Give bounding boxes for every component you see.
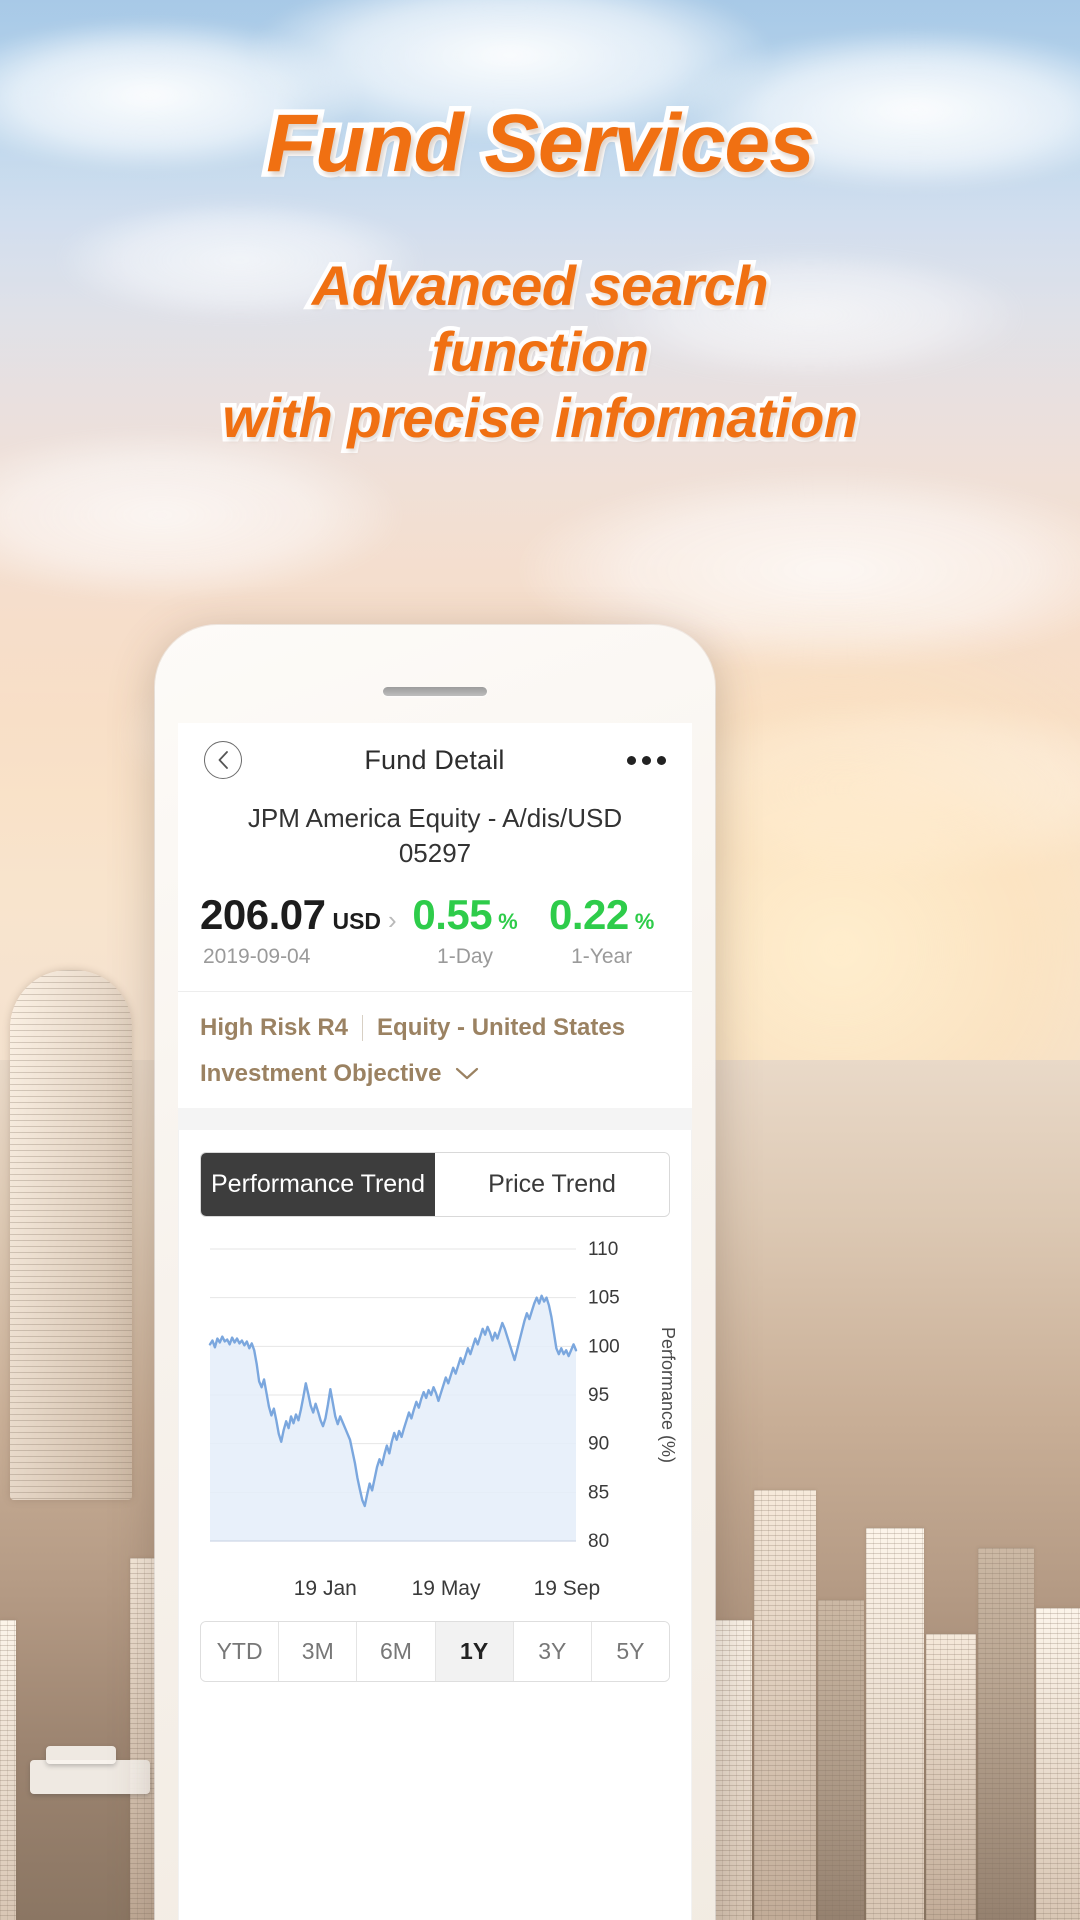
quote-row: 206.07 USD › 2019-09-04 0.55 % 1-Day 0.2… — [178, 871, 692, 992]
tab-price-trend[interactable]: Price Trend — [435, 1153, 669, 1217]
x-tick-label: 19 May — [411, 1577, 481, 1601]
price-date: 2019-09-04 — [203, 945, 311, 969]
chevron-right-icon[interactable]: › — [388, 907, 397, 933]
phone-mockup: Fund Detail JPM America Equity - A/dis/U… — [155, 625, 715, 1920]
change-value: 0.55 — [412, 891, 493, 939]
dot — [642, 755, 651, 765]
divider — [362, 1015, 364, 1042]
x-tick-label: 19 Jan — [293, 1577, 357, 1601]
performance-chart: 80 85 90 95 100 105 110 Performance (%) — [194, 1241, 678, 1571]
trend-tabs: Performance Trend Price Trend — [200, 1152, 670, 1218]
price-block[interactable]: 206.07 USD › 2019-09-04 — [200, 891, 397, 969]
fund-category: Equity - United States — [377, 1014, 626, 1042]
period-button-3m[interactable]: 3M — [279, 1622, 358, 1682]
y-tick-label: 90 — [588, 1434, 609, 1455]
fund-code: 05297 — [398, 838, 472, 869]
navbar-title: Fund Detail — [364, 744, 505, 775]
dot — [657, 755, 666, 765]
price-line: 206.07 USD › — [200, 891, 397, 939]
investment-objective-label: Investment Objective — [200, 1060, 442, 1088]
change-1day: 0.55 % 1-Day — [397, 891, 534, 969]
back-button[interactable] — [204, 741, 242, 779]
period-button-6m[interactable]: 6M — [357, 1622, 436, 1682]
promo-subtitle-line-2: function — [427, 316, 653, 388]
change-label: 1-Day — [437, 945, 494, 969]
y-tick-label: 110 — [588, 1241, 618, 1260]
y-tick-label: 80 — [588, 1531, 609, 1552]
chevron-left-icon — [218, 751, 228, 769]
percent-symbol: % — [634, 909, 655, 935]
app-navbar: Fund Detail — [178, 723, 692, 797]
y-tick-label: 95 — [588, 1385, 609, 1406]
change-1year: 0.22 % 1-Year — [533, 891, 670, 969]
speaker-grille-icon — [383, 687, 487, 696]
y-tick-label: 105 — [588, 1288, 620, 1309]
page-title: Fund Services — [261, 97, 821, 190]
chart-svg: 80 85 90 95 100 105 110 — [208, 1241, 620, 1552]
x-tick-label: 19 Sep — [533, 1577, 601, 1601]
chart-x-axis: 19 Jan 19 May 19 Sep — [194, 1571, 676, 1613]
fund-name: JPM America Equity - A/dis/USD — [247, 803, 623, 833]
risk-row: High Risk R4 Equity - United States — [200, 1014, 670, 1042]
change-label: 1-Year — [571, 945, 633, 969]
period-selector: YTD 3M 6M 1Y 3Y 5Y — [200, 1621, 670, 1683]
risk-badge: High Risk R4 — [200, 1014, 349, 1042]
fund-meta-block: High Risk R4 Equity - United States Inve… — [178, 991, 692, 1109]
price-value: 206.07 — [200, 891, 326, 939]
period-button-3y[interactable]: 3Y — [513, 1622, 592, 1682]
fund-header: JPM America Equity - A/dis/USD 05297 — [178, 797, 692, 872]
period-button-ytd[interactable]: YTD — [201, 1622, 280, 1682]
tab-performance-trend[interactable]: Performance Trend — [201, 1153, 435, 1217]
app-screen: Fund Detail JPM America Equity - A/dis/U… — [178, 723, 692, 1920]
y-tick-label: 85 — [588, 1483, 609, 1504]
investment-objective-row[interactable]: Investment Objective — [200, 1060, 670, 1088]
promo-text-block: Fund Services Advanced search function w… — [0, 0, 1080, 454]
section-divider — [178, 1108, 692, 1131]
dot — [627, 755, 636, 765]
more-horizontal-icon[interactable] — [627, 755, 666, 765]
change-value-line: 0.55 % — [397, 891, 534, 939]
price-currency: USD — [332, 908, 382, 935]
y-tick-label: 100 — [588, 1337, 620, 1358]
chevron-down-icon — [456, 1068, 479, 1080]
promo-subtitle-line-1: Advanced search — [307, 249, 773, 321]
percent-symbol: % — [498, 909, 518, 935]
chart-y-axis-label: Performance (%) — [658, 1327, 678, 1464]
promo-subtitle-line-3: with precise information — [218, 382, 863, 454]
change-value-line: 0.22 % — [533, 891, 670, 939]
period-button-5y[interactable]: 5Y — [591, 1622, 669, 1682]
period-button-1y[interactable]: 1Y — [435, 1622, 514, 1682]
change-value: 0.22 — [549, 891, 629, 939]
promo-subtitle: Advanced search function with precise in… — [0, 249, 1080, 454]
